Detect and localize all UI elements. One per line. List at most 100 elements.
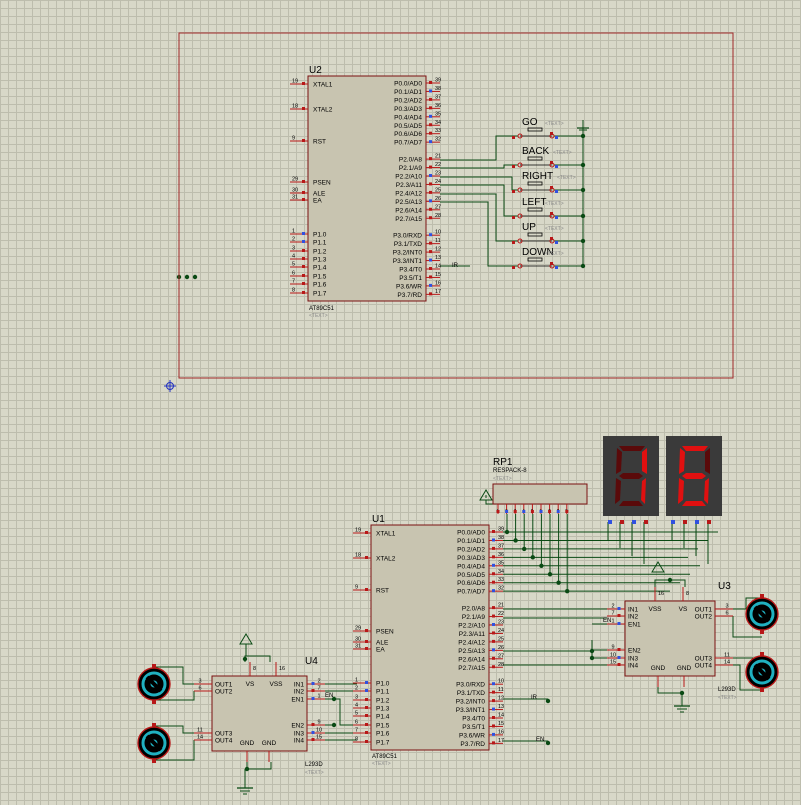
u2-pin-number: 10 [435,230,441,236]
segment-a [682,446,708,451]
button-label: BACK [522,146,550,157]
junction-dot [545,740,551,746]
u2-pin-number: 23 [435,171,441,177]
u2-to-button-wire [440,135,518,161]
u2-pin-marker [429,140,432,144]
u2-pin-marker [429,258,432,262]
button-label: GO [522,117,538,128]
rp1-pin-marker [505,510,509,513]
u3-pin-name: IN2 [628,614,639,621]
u2-pin-number: 31 [292,195,298,201]
u2-pin-name: P0.5/AD5 [394,123,422,130]
button-pin-marker [550,237,553,240]
u2-pin-marker [429,267,432,270]
u3-pin-number: 10 [610,653,616,659]
button-text: <TEXT> [545,226,564,232]
u1-pin-marker [492,665,495,669]
u3-pin-marker [617,656,621,659]
button-ground-symbol [577,120,589,131]
u4-pin-name: IN1 [294,682,305,689]
u2-pin-name: P3.1/TXD [394,241,422,248]
rp1-body[interactable] [492,483,588,505]
junction-dot [589,648,595,654]
seven-segment-display[interactable] [603,436,722,524]
u2-pin-name: EA [313,198,322,205]
u1-pin-marker [365,698,368,701]
u2-text: <TEXT> [309,313,328,319]
u1-pin-marker [492,699,495,703]
u1-pin-number: 7 [355,728,358,734]
u3-pin-name: IN4 [628,663,639,670]
digit-pin [632,520,636,524]
u1-pin-marker [365,588,368,591]
u4-pin-number: 8 [253,666,256,672]
rp1-ref: RP1 [493,457,513,468]
resistor-pack-rp1[interactable]: RP1 RESPACK-8 <TEXT> 123456789 [479,457,588,514]
u1-pin-number: 39 [498,527,504,533]
u1-pin-name: P1.7 [376,740,390,747]
u1-pin-name: P2.6/A14 [458,656,485,663]
u2-pin-number: 16 [435,280,441,286]
rp1-pin-marker [513,510,517,513]
button-pin-marker [555,165,558,168]
u4-pin-number: 16 [279,666,285,672]
mcu-u2[interactable]: U2 AT89C51 <TEXT> 19 XTAL118 XTAL29 RST29 PS… [290,65,459,319]
u1-pin-name: XTAL2 [376,556,396,563]
u1-pin-marker [492,623,495,626]
u2-pin-name: P3.4/T0 [399,267,422,274]
u3-pin-number: 8 [686,591,689,597]
u2-pin-marker [302,249,305,252]
driver-u3[interactable]: U3 L293D <TEXT> 2 IN1 7 IN2 1 EN1 9 EN2 10 IN3 15 I… [603,581,737,701]
u4-pin-marker [311,723,315,726]
u4-power-wire [244,655,271,662]
u1-pin-number: 14 [498,713,504,719]
button-pin-marker [555,136,558,139]
u4-pin-number: 6 [198,686,201,692]
u2-pin-marker [302,198,305,201]
u2-pin-number: 19 [292,79,298,85]
u2-pin-marker [302,232,305,235]
segment-d [682,501,706,506]
u4-ref: U4 [305,656,318,667]
u2-pin-marker [302,180,305,183]
u1-pin-name: P1.2 [376,698,390,705]
u1-pin-name: P2.5/A13 [458,648,485,655]
u3-pin-name: OUT3 [695,656,713,663]
u2-pin-number: 37 [435,94,441,100]
u2-to-button-wire [440,164,518,169]
u2-pin-name: P0.7/AD7 [394,140,422,147]
u2-pin-marker [429,97,432,101]
u1-pin-name: P1.0 [376,681,390,688]
u4-pin-name: VSS [269,681,283,688]
schematic-canvas[interactable]: U2 AT89C51 <TEXT> 19 XTAL118 XTAL29 RST29 PS… [0,0,801,805]
junction-dot [667,577,673,583]
u2-pin-name: P2.3/A11 [396,182,423,189]
u4-pin-name: EN1 [291,697,304,704]
u1-pin-number: 5 [355,711,358,717]
driver-u4[interactable]: U4 L293D <TEXT> 2 IN1 7 IN2 1 EN1 9 EN2 10 IN3 15 I… [194,656,333,776]
u1-pin-number: 24 [498,628,504,634]
u1-pin-number: 15 [498,721,504,727]
mcu-u1[interactable]: U1 AT89C51 <TEXT> 19 XTAL118 XTAL29 RST29 PS… [353,514,544,767]
button-cap [527,257,543,262]
u3-pin-number: 3 [725,604,728,610]
u2-pin-marker [429,283,432,287]
u2-pin-name: P1.4 [313,265,327,272]
u2-pin-marker [429,233,432,237]
button-cap [527,207,543,212]
u1-p0-to-rp1-wire [503,514,542,567]
segment-b [642,448,647,474]
u1-pin-name: P3.0/RXD [456,682,485,689]
u2-pin-marker [429,174,432,177]
u1-pin-marker [365,556,368,559]
u4-pin-name: IN2 [294,689,305,696]
u1-pin-number: 32 [498,586,504,592]
u2-pin-marker [429,250,432,254]
button-pin-marker [555,216,558,219]
u4-pin-number: 10 [316,728,322,734]
u2-pin-number: 21 [435,154,441,160]
u1-pin-number: 11 [498,687,504,693]
junction-dot [331,722,337,728]
u2-pin-marker [302,240,305,243]
u3-power-symbol [651,561,665,573]
